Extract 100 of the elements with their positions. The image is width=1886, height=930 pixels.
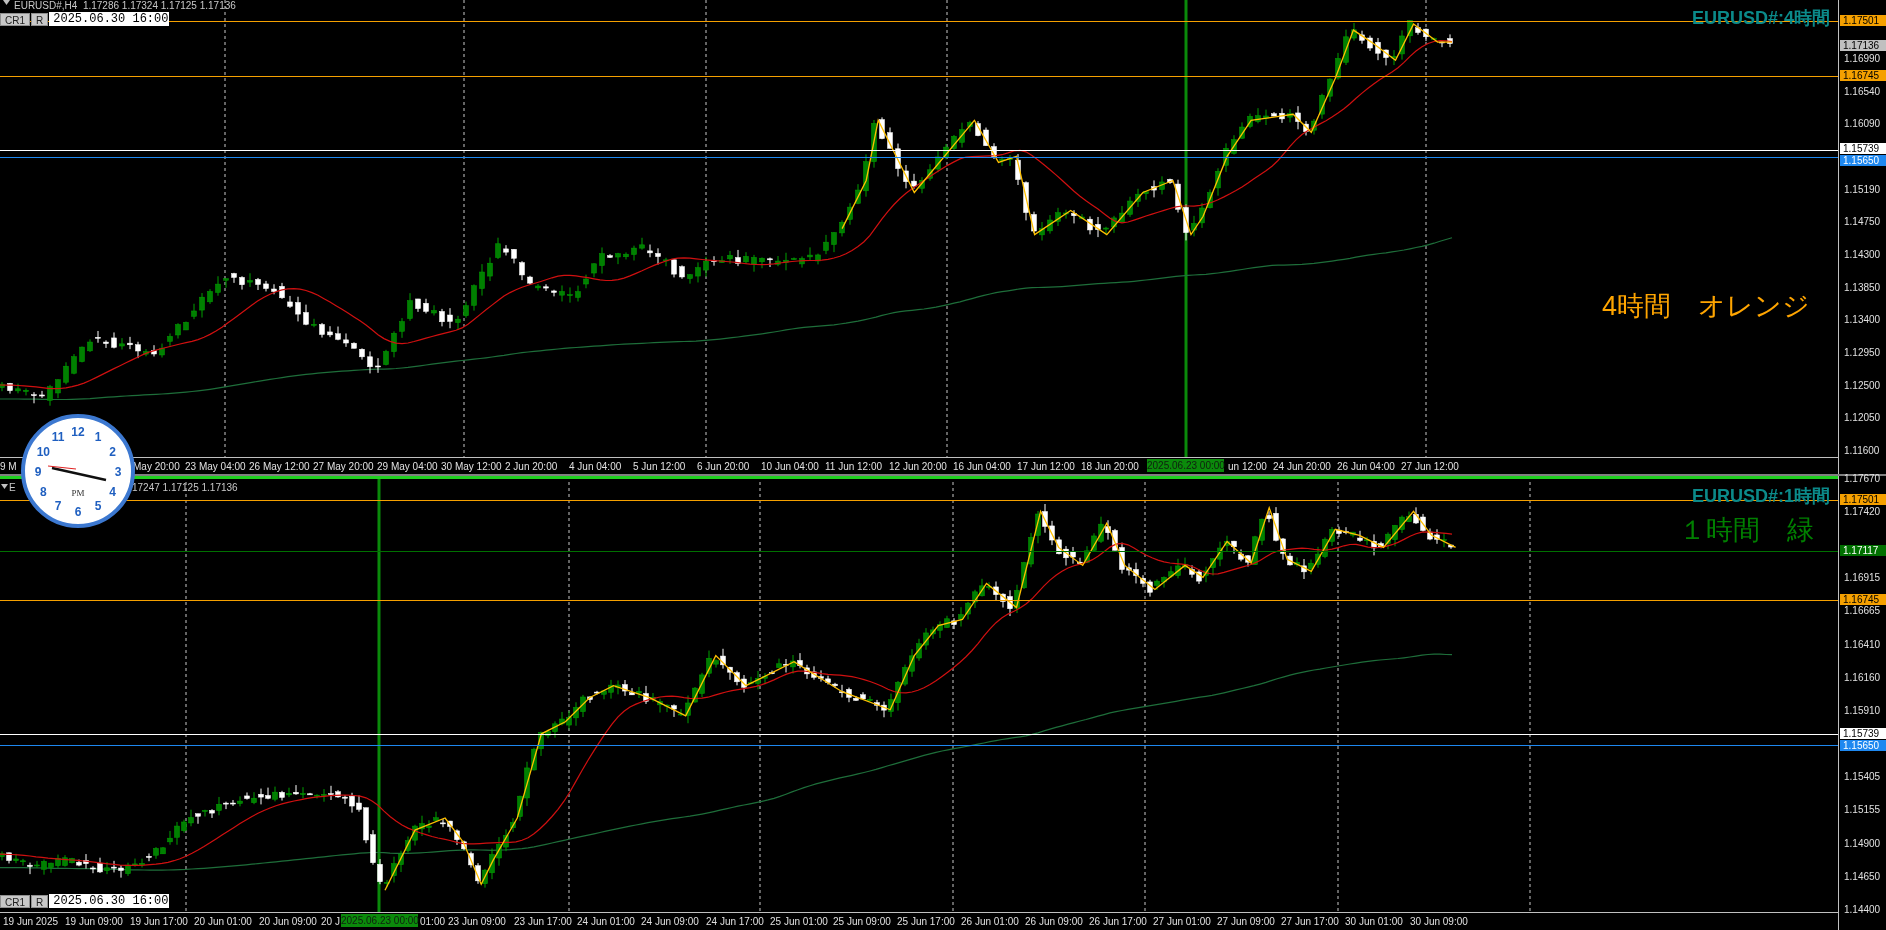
price-axis-label: 1.16915: [1844, 572, 1881, 583]
clock-numeral: 5: [94, 499, 102, 514]
time-input-field[interactable]: 2025.06.30 16:00: [49, 12, 170, 26]
toolbar-button[interactable]: CR1: [0, 894, 30, 908]
time-axis-label: 26 Jun 01:00: [961, 916, 1019, 927]
time-axis-label: 26 May 12:00: [249, 461, 310, 472]
price-axis-label: 1.11600: [1844, 445, 1880, 456]
time-axis-label: 26 Jun 09:00: [1025, 916, 1083, 927]
time-axis-label: 23 Jun 09:00: [448, 916, 506, 927]
price-axis-label: 1.14400: [1844, 904, 1881, 915]
price-axis-label: 1.16665: [1844, 605, 1881, 616]
time-axis-label: 30 Jun 09:00: [1410, 916, 1468, 927]
time-axis-label: 24 Jun 17:00: [706, 916, 764, 927]
time-axis-label: 23 May 04:00: [185, 461, 246, 472]
time-axis-label: 27 Jun 01:00: [1153, 916, 1211, 927]
price-axis-label: 1.17420: [1844, 506, 1881, 517]
price-axis-label: 1.14750: [1844, 216, 1881, 227]
time-axis-label: 01:00: [420, 916, 446, 927]
clock-numeral: 10: [36, 444, 51, 459]
price-axis-label: 1.16410: [1844, 639, 1881, 650]
toolbar-button[interactable]: CR1: [0, 12, 30, 26]
time-axis-label: 25 Jun 09:00: [833, 916, 891, 927]
time-axis-label: 19 Jun 09:00: [65, 916, 123, 927]
clock-numeral: 6: [74, 504, 82, 519]
price-axis-label: 1.15910: [1844, 705, 1881, 716]
time-input-field[interactable]: 2025.06.30 16:00: [49, 894, 170, 908]
time-axis-label: 23 Jun 17:00: [514, 916, 572, 927]
time-axis-label: 29 May 04:00: [377, 461, 438, 472]
chart-header-text: 17247 1.17125 1.17136: [132, 482, 238, 493]
time-axis-label: 19 Jun 17:00: [130, 916, 188, 927]
time-axis-label: 17 Jun 12:00: [1017, 461, 1075, 472]
price-axis-label: 1.13400: [1844, 314, 1881, 325]
price-tag: 1.16745: [1840, 594, 1886, 605]
price-tag: 1.17501: [1840, 15, 1886, 26]
price-axis-label: 1.17670: [1844, 473, 1881, 484]
price-axis-label: 1.12950: [1844, 347, 1881, 358]
clock-numeral: 4: [109, 484, 116, 499]
toolbar-button[interactable]: R: [31, 12, 49, 26]
time-axis-label: 10 Jun 04:00: [761, 461, 819, 472]
toolbar-button[interactable]: R: [31, 894, 49, 908]
price-axis-label: 1.13850: [1844, 282, 1881, 293]
time-axis-label: 20 Jun 09:00: [259, 916, 317, 927]
time-axis-label: 30 May 12:00: [441, 461, 502, 472]
price-axis-label: 1.12050: [1844, 412, 1881, 423]
price-tag: 1.15650: [1840, 740, 1886, 751]
time-axis-label: 11 Jun 12:00: [825, 461, 883, 472]
clock-numeral: 8: [40, 484, 47, 499]
price-axis-label: 1.16160: [1844, 672, 1881, 683]
time-axis-label: 20 Jun 01:00: [194, 916, 252, 927]
time-axis-label: 18 Jun 20:00: [1081, 461, 1139, 472]
chart-note-text: １時間 緑: [1679, 514, 1814, 546]
chart-note-text: 4時間 オレンジ: [1601, 290, 1810, 322]
price-axis-label: 1.16540: [1844, 86, 1881, 97]
price-tag: 1.16745: [1840, 70, 1886, 81]
clock-period-label: PM: [71, 488, 85, 498]
time-axis-label: 20 J: [321, 916, 340, 927]
clock-numeral: 1: [94, 429, 102, 444]
time-axis-label: 2 Jun 20:00: [505, 461, 558, 472]
price-axis-label: 1.15155: [1844, 804, 1881, 815]
time-axis-label: 25 Jun 01:00: [770, 916, 828, 927]
chart-header-text: E: [9, 482, 16, 493]
time-axis-label: 4 Jun 04:00: [569, 461, 622, 472]
time-axis-label: 6 Jun 20:00: [697, 461, 750, 472]
clock-numeral: 3: [114, 464, 122, 479]
clock-numeral: 2: [109, 444, 116, 459]
time-axis-label: 27 Jun 12:00: [1401, 461, 1459, 472]
price-axis-label: 1.14300: [1844, 249, 1881, 260]
time-axis-label: 19 Jun 2025: [3, 916, 59, 927]
clock-numeral: 9: [34, 464, 42, 479]
time-axis-label: 5 Jun 12:00: [633, 461, 686, 472]
time-axis-label: 24 Jun 09:00: [641, 916, 699, 927]
price-axis-label: 1.14900: [1844, 838, 1881, 849]
time-axis-label: 9 M: [0, 461, 17, 472]
time-axis-label: 26 Jun 17:00: [1089, 916, 1147, 927]
price-axis-label: 1.14650: [1844, 871, 1881, 882]
price-tag: 1.17117: [1840, 545, 1886, 556]
time-axis-label: 30 Jun 01:00: [1345, 916, 1403, 927]
chart-header-text: EURUSD#,H4 1.17286 1.17324 1.17125 1.17136: [14, 0, 236, 11]
time-axis-label: 12 Jun 20:00: [889, 461, 947, 472]
price-tag: 1.15739: [1840, 143, 1886, 154]
price-tag: 1.15739: [1840, 728, 1886, 739]
time-axis-label: 25 Jun 17:00: [897, 916, 955, 927]
time-axis-label: 26 Jun 04:00: [1337, 461, 1395, 472]
clock-numeral: 7: [54, 499, 62, 514]
time-axis-label: 24 Jun 01:00: [577, 916, 635, 927]
price-axis-label: 1.16090: [1844, 118, 1881, 129]
price-axis-label: 1.12500: [1844, 380, 1881, 391]
time-axis-label: 27 Jun 17:00: [1281, 916, 1339, 927]
price-tag: 1.17136: [1840, 40, 1886, 51]
time-axis-label: un 12:00: [1228, 461, 1267, 472]
time-axis-label: 27 Jun 09:00: [1217, 916, 1275, 927]
price-axis-label: 1.15190: [1844, 184, 1881, 195]
time-axis-label: 24 Jun 20:00: [1273, 461, 1331, 472]
clock-numeral: 12: [71, 424, 85, 439]
time-axis-label: 16 Jun 04:00: [953, 461, 1011, 472]
price-tag: 1.17501: [1840, 494, 1886, 505]
price-tag: 1.15650: [1840, 155, 1886, 166]
price-axis-label: 1.16990: [1844, 53, 1881, 64]
clock-numeral: 11: [51, 429, 65, 444]
time-axis-label: 27 May 20:00: [313, 461, 374, 472]
